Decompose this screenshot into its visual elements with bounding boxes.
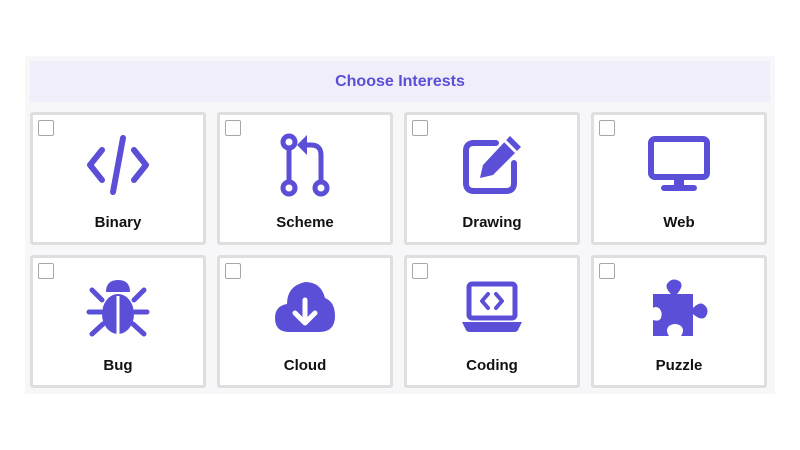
interests-panel: Choose Interests Binary Scheme Drawing W…	[25, 56, 775, 394]
git-pull-icon	[273, 133, 337, 197]
interest-card-bug[interactable]: Bug	[30, 255, 206, 388]
card-label: Drawing	[462, 214, 522, 231]
checkbox[interactable]	[225, 120, 241, 136]
panel-title: Choose Interests	[30, 61, 770, 102]
interest-card-cloud[interactable]: Cloud	[217, 255, 393, 388]
edit-icon	[460, 133, 524, 197]
checkbox[interactable]	[599, 120, 615, 136]
interest-card-web[interactable]: Web	[591, 112, 767, 245]
interest-card-drawing[interactable]: Drawing	[404, 112, 580, 245]
bug-icon	[86, 276, 150, 340]
laptop-code-icon	[460, 276, 524, 340]
code-icon	[86, 133, 150, 197]
interest-card-scheme[interactable]: Scheme	[217, 112, 393, 245]
card-label: Binary	[94, 214, 142, 231]
card-label: Puzzle	[655, 357, 703, 374]
checkbox[interactable]	[38, 263, 54, 279]
card-label: Coding	[466, 357, 518, 374]
interest-card-coding[interactable]: Coding	[404, 255, 580, 388]
checkbox[interactable]	[412, 263, 428, 279]
checkbox[interactable]	[225, 263, 241, 279]
card-label: Bug	[103, 357, 133, 374]
card-label: Cloud	[283, 357, 327, 374]
puzzle-icon	[647, 276, 711, 340]
card-label: Web	[663, 214, 695, 231]
interest-card-binary[interactable]: Binary	[30, 112, 206, 245]
monitor-icon	[647, 133, 711, 197]
interest-card-puzzle[interactable]: Puzzle	[591, 255, 767, 388]
card-label: Scheme	[276, 214, 334, 231]
checkbox[interactable]	[599, 263, 615, 279]
interest-grid: Binary Scheme Drawing Web Bug Cloud Codi…	[30, 112, 770, 388]
checkbox[interactable]	[38, 120, 54, 136]
checkbox[interactable]	[412, 120, 428, 136]
cloud-download-icon	[273, 276, 337, 340]
